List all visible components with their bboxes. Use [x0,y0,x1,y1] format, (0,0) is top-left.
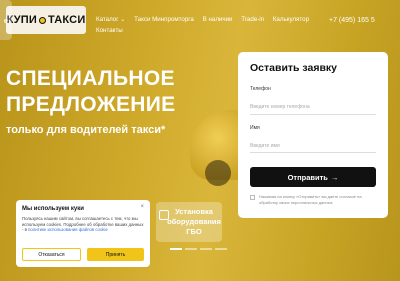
cookie-text: Пользуясь нашим сайтом, вы соглашаетесь … [22,216,144,233]
cookie-decline-button[interactable]: Отказаться [22,248,81,261]
main-nav: Каталог ⌄ Такси Минпромторга В наличии T… [96,14,326,36]
nav-item-minpromtorg[interactable]: Такси Минпромторга [134,16,194,23]
consent-row: Нажимая на кнопку «Отправить» вы даете с… [250,194,376,205]
feature-card-partial-text: е [3,15,8,25]
arrow-right-icon: → [330,172,339,182]
nav-item-calculator[interactable]: Калькулятор [273,16,309,23]
consent-checkbox[interactable] [250,195,255,200]
submit-label: Отправить [287,172,328,182]
request-form: Оставить заявку Телефон Имя Отправить → … [238,52,388,218]
close-icon[interactable]: × [140,204,144,210]
hero-subtitle: только для водителей такси* [6,124,166,136]
cookie-accept-button[interactable]: Принять [87,248,144,261]
feature-card-gbo-line3: ГБО [186,227,202,236]
slider-dot[interactable] [215,248,227,250]
cookie-title: Мы используем куки [22,206,84,212]
hero-title: СПЕЦИАЛЬНОЕ ПРЕДЛОЖЕНИЕ [6,66,236,118]
hero-title-line1: СПЕЦИАЛЬНОЕ [6,67,175,90]
nav-item-in-stock[interactable]: В наличии [203,16,233,23]
nav-item-catalog[interactable]: Каталог ⌄ [96,16,125,23]
phone-label: Телефон [250,86,271,92]
site-header: КУПИ ТАКСИ Каталог ⌄ Такси Минпромторга … [0,0,400,40]
phone-input[interactable] [250,100,376,115]
logo-dot-icon [39,16,47,24]
feature-card-gbo-line1: Установка [175,207,213,216]
nav-item-trade-in[interactable]: Trade-in [241,16,264,23]
logo[interactable]: КУПИ ТАКСИ [6,6,86,34]
feature-card-gbo[interactable]: Установка оборудования ГБО [156,202,222,242]
car-wheel [205,160,231,186]
consent-text: Нажимая на кнопку «Отправить» вы даете с… [259,194,362,205]
name-label: Имя [250,124,260,131]
nav-item-contacts[interactable]: Контакты [96,27,123,34]
logo-right: ТАКСИ [48,14,86,26]
cookie-policy-link[interactable]: политике использования файлов cookie [28,227,108,232]
form-title: Оставить заявку [250,62,338,74]
phone-link[interactable]: +7 (495) 165 5 [329,17,375,24]
slider-dot[interactable] [170,248,182,250]
hero-title-line2: ПРЕДЛОЖЕНИЕ [6,93,176,116]
cookie-banner: Мы используем куки × Пользуясь нашим сай… [16,200,150,267]
slider-dot[interactable] [200,248,212,250]
feature-card-partial[interactable]: е [0,0,12,40]
slider-dot[interactable] [185,248,197,250]
slider-dots [170,248,227,250]
chevron-down-icon: ⌄ [120,16,126,23]
name-input[interactable] [250,139,376,153]
feature-card-gbo-line2: оборудования [167,217,221,226]
gas-equipment-icon [159,210,169,220]
submit-button[interactable]: Отправить → [250,167,376,187]
